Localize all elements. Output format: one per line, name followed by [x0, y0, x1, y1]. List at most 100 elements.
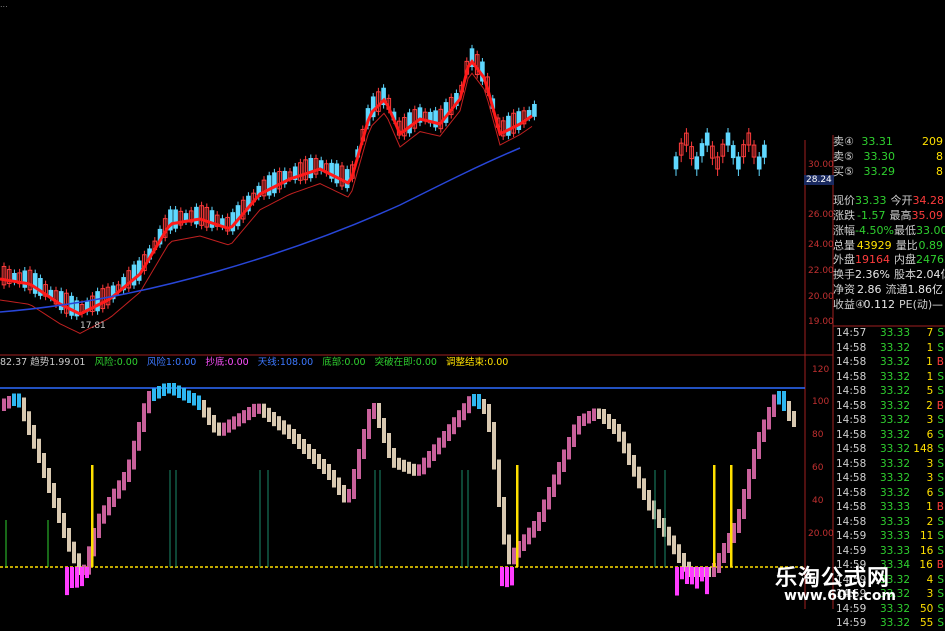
indicator-bar	[227, 420, 231, 433]
tick-row[interactable]: 14:5933.3311S	[836, 529, 945, 544]
tick-row[interactable]: 14:5833.332S	[836, 515, 945, 530]
indicator-bar	[717, 553, 721, 573]
tick-time: 14:59	[836, 544, 866, 559]
tick-row[interactable]: 14:5833.331B	[836, 500, 945, 515]
tick-time: 14:58	[836, 355, 866, 370]
quote-label: 卖④	[833, 135, 859, 150]
indicator-bar	[677, 544, 681, 563]
quote-value: 8	[925, 165, 945, 180]
candle-body	[174, 210, 178, 228]
tick-volume: 11S	[910, 529, 945, 544]
tick-row[interactable]: 14:5833.323S	[836, 413, 945, 428]
bottom-signal-bar	[505, 567, 509, 587]
tick-volume-value: 16	[920, 545, 933, 557]
quote-label: PE(动)	[899, 298, 925, 313]
price-axis-label: 22.00	[808, 266, 834, 276]
indicator-bar	[777, 391, 781, 405]
indicator-bar	[187, 391, 191, 404]
low-price-annotation: 17.81	[80, 321, 106, 331]
tick-volume-value: 16	[919, 559, 932, 571]
yellow-signal-line	[91, 465, 94, 567]
tick-row[interactable]: 14:5833.323S	[836, 471, 945, 486]
tick-row[interactable]: 14:5833.323S	[836, 457, 945, 472]
quote-row: 净资2.86流通1.86亿	[833, 283, 945, 298]
tick-row[interactable]: 14:5833.321B	[836, 355, 945, 370]
tick-time: 14:58	[836, 341, 866, 356]
tick-time: 14:58	[836, 428, 866, 443]
tick-price: 33.33	[866, 326, 910, 341]
quote-label: 总量	[833, 239, 857, 254]
tick-volume-value: 7	[927, 327, 934, 339]
indicator-bar	[157, 386, 161, 399]
tick-row[interactable]: 14:5833.325S	[836, 384, 945, 399]
indicator-bar	[247, 407, 251, 420]
tick-row[interactable]: 14:5833.32148S	[836, 442, 945, 457]
tick-volume-value: 6	[927, 487, 934, 499]
tick-volume-value: 55	[920, 617, 933, 629]
price-axis-label: 24.00	[808, 240, 834, 250]
tick-side: S	[937, 458, 944, 470]
indicator-bar	[462, 403, 466, 420]
tick-volume: 6S	[910, 486, 945, 501]
tick-row[interactable]: 14:5833.326S	[836, 486, 945, 501]
indicator-bar	[217, 423, 221, 436]
quote-value: -4.50%	[855, 224, 890, 239]
bottom-signal-bar	[705, 567, 709, 594]
tick-time: 14:58	[836, 515, 866, 530]
quote-row: 买⑤33.298	[833, 165, 945, 180]
quote-label: 流通	[886, 283, 908, 298]
indicator-bar	[192, 393, 196, 406]
tick-row[interactable]: 14:5833.322B	[836, 399, 945, 414]
tick-side: S	[937, 545, 944, 557]
indicator-bar	[642, 478, 646, 500]
indicator-item: 抄底:0.00	[205, 357, 248, 368]
tick-side: S	[937, 487, 944, 499]
tick-price: 33.32	[866, 428, 910, 443]
indicator-bar	[512, 548, 516, 565]
indicator-bar	[122, 472, 126, 490]
indicator-bar	[547, 487, 551, 510]
quote-panel: 卖④33.31209卖⑤33.308买⑤33.298现价33.33今开34.28…	[833, 135, 945, 313]
indicator-bar	[102, 505, 106, 523]
indicator-bar	[107, 497, 111, 515]
quote-label: 外盘	[833, 253, 855, 268]
bottom-signal-bar	[675, 567, 679, 596]
indicator-bar	[2, 399, 6, 412]
indicator-bar	[477, 394, 481, 409]
candle-body	[267, 176, 271, 195]
tick-row[interactable]: 14:5733.337S	[836, 326, 945, 341]
indicator-axis-label: 60	[812, 463, 823, 473]
tick-time: 14:58	[836, 471, 866, 486]
candle-body	[96, 292, 100, 311]
indicator-bar	[527, 528, 531, 545]
indicator-bar	[12, 394, 16, 407]
tick-side: B	[937, 356, 944, 368]
candle-body	[533, 104, 537, 116]
tick-row[interactable]: 14:5833.321S	[836, 370, 945, 385]
bottom-signal-bar	[510, 567, 514, 585]
quote-label: 内盘	[894, 253, 916, 268]
tick-volume-value: 148	[913, 443, 933, 455]
tick-row[interactable]: 14:5833.326S	[836, 428, 945, 443]
quote-value: 33.30	[860, 150, 895, 165]
tick-side: S	[937, 342, 944, 354]
quote-label: 净资	[833, 283, 855, 298]
candle-body	[273, 173, 277, 193]
quote-row: 涨幅-4.50%最低33.00	[833, 224, 945, 239]
indicator-bar	[347, 489, 351, 503]
tick-row[interactable]: 14:5833.321S	[836, 341, 945, 356]
bottom-signal-bar	[690, 567, 694, 584]
tick-row[interactable]: 14:5933.3255S	[836, 616, 945, 631]
quote-row: 外盘19164内盘24765	[833, 253, 945, 268]
tick-volume-value: 5	[927, 385, 934, 397]
quote-value: 209	[922, 135, 945, 150]
indicator-axis-label: 40	[812, 496, 823, 506]
chart-canvas[interactable]	[0, 0, 945, 609]
indicator-bar	[617, 424, 621, 442]
tick-volume-value: 2	[927, 516, 934, 528]
tick-row[interactable]: 14:5933.3316S	[836, 544, 945, 559]
tick-side: S	[937, 516, 944, 528]
tick-price: 33.32	[866, 341, 910, 356]
tick-volume: 1B	[910, 500, 945, 515]
tick-price: 33.32	[866, 486, 910, 501]
